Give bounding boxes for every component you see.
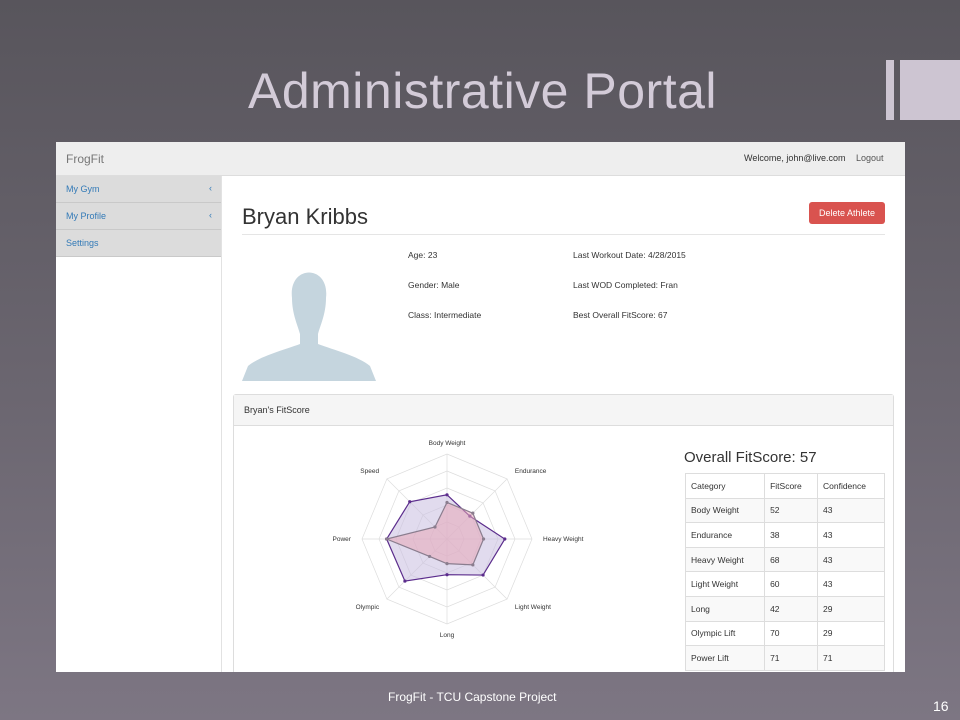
slide-footer: FrogFit - TCU Capstone Project	[388, 690, 557, 704]
chevron-left-icon: ‹	[209, 210, 212, 220]
header-divider	[242, 234, 885, 235]
radar-axis-label: Heavy Weight	[543, 536, 584, 543]
table-cell: 68	[764, 546, 818, 573]
table-cell: Endurance	[684, 522, 766, 548]
chevron-left-icon: ‹	[209, 183, 212, 193]
panel-heading: Bryan's FitScore	[234, 395, 893, 426]
table-cell: Light Weight	[684, 571, 766, 597]
athlete-gender: Gender: Male	[408, 280, 460, 290]
main-content: Bryan Kribbs Delete Athlete Age: 23 Gend…	[222, 176, 905, 672]
table-cell: 52	[764, 497, 818, 524]
radar-confidence-series-point	[385, 537, 389, 541]
best-fitscore: Best Overall FitScore: 67	[573, 310, 668, 320]
radar-fitscore-series-point	[481, 573, 485, 577]
table-cell: 42	[764, 595, 818, 622]
radar-confidence-series-point	[471, 511, 475, 515]
table-cell: 71	[764, 645, 818, 671]
sidebar: My Gym ‹ My Profile ‹ Settings	[56, 176, 222, 672]
table-row: Endurance 38 43	[684, 522, 886, 548]
radar-confidence-series-point	[433, 525, 437, 529]
table-row: Olympic Lift 70 29	[684, 620, 886, 647]
radar-confidence-series-point	[445, 562, 449, 566]
radar-fitscore-series-point	[503, 537, 507, 541]
table-cell: Body Weight	[684, 497, 766, 524]
fitscore-table: Category FitScore Confidence Body Weight…	[684, 473, 886, 671]
decorative-square	[900, 60, 960, 120]
radar-axis-label: Olympic	[356, 604, 380, 611]
decorative-bar	[886, 60, 894, 120]
radar-axis-label: Long	[440, 632, 455, 639]
table-cell: Heavy Weight	[684, 546, 766, 573]
sidebar-item-my-gym[interactable]: My Gym ‹	[56, 176, 221, 203]
radar-fitscore-series-point	[408, 500, 412, 504]
table-cell: 70	[764, 620, 818, 647]
table-cell: 38	[764, 522, 818, 548]
table-cell: 60	[764, 571, 818, 597]
table-cell: 29	[816, 620, 886, 647]
last-wod: Last WOD Completed: Fran	[573, 280, 678, 290]
table-cell: 43	[816, 571, 886, 597]
radar-confidence-series-point	[427, 554, 432, 559]
sidebar-item-my-profile[interactable]: My Profile ‹	[56, 203, 221, 230]
radar-axis-label: Body Weight	[429, 440, 466, 447]
column-header: FitScore	[764, 473, 818, 499]
table-cell: 71	[816, 645, 886, 671]
overall-fitscore: Overall FitScore: 57	[684, 449, 817, 466]
radar-axis-label: Endurance	[515, 468, 547, 475]
radar-confidence-series-point	[471, 563, 475, 567]
table-cell: 29	[816, 595, 886, 622]
app-screenshot: FrogFit Welcome, john@live.com Logout My…	[56, 142, 905, 672]
table-cell: 43	[816, 546, 886, 573]
table-row: Body Weight 52 43	[684, 497, 886, 524]
radar-fitscore-series-point	[445, 573, 449, 577]
radar-axis-label: Light Weight	[515, 604, 551, 611]
table-header-row: Category FitScore Confidence	[684, 473, 886, 499]
sidebar-item-label: My Profile	[66, 211, 107, 221]
sidebar-item-settings[interactable]: Settings	[56, 230, 221, 257]
sidebar-item-label: Settings	[66, 238, 99, 248]
column-header: Confidence	[816, 473, 886, 499]
top-navbar: FrogFit Welcome, john@live.com Logout	[56, 142, 905, 176]
athlete-name: Bryan Kribbs	[242, 204, 368, 229]
table-cell: 43	[816, 497, 886, 524]
last-workout-date: Last Workout Date: 4/28/2015	[573, 250, 686, 260]
column-header: Category	[684, 473, 766, 499]
fitscore-radar-chart: Body Weight Endurance Heavy Weight Light We…	[333, 440, 584, 639]
table-cell: Long	[684, 595, 766, 622]
table-row: Power Lift 71 71	[684, 645, 886, 671]
table-row: Light Weight 60 43	[684, 571, 886, 597]
athlete-class: Class: Intermediate	[408, 310, 482, 320]
sidebar-item-label: My Gym	[66, 184, 100, 194]
radar-fitscore-series-point	[403, 579, 407, 583]
user-silhouette-icon	[242, 256, 376, 381]
radar-axis-label: Speed	[360, 468, 379, 475]
delete-athlete-button[interactable]: Delete Athlete	[809, 202, 885, 224]
table-cell: 43	[816, 522, 886, 548]
table-row: Long 42 29	[684, 595, 886, 622]
brand-logo[interactable]: FrogFit	[66, 152, 104, 166]
athlete-age: Age: 23	[408, 250, 438, 260]
radar-fitscore-series-point	[445, 493, 449, 497]
page-number: 16	[933, 698, 949, 714]
fitscore-panel: Bryan's FitScore Body Weight Endurance Hea…	[233, 394, 894, 672]
logout-link[interactable]: Logout	[856, 153, 884, 163]
radar-confidence-series-point	[445, 500, 449, 505]
welcome-text: Welcome, john@live.com	[744, 153, 846, 163]
table-cell: Olympic Lift	[684, 620, 766, 647]
radar-axis-label: Power	[333, 536, 352, 543]
table-cell: Power Lift	[684, 645, 766, 671]
radar-confidence-series-point	[481, 537, 486, 541]
slide-title: Administrative Portal	[248, 63, 717, 119]
table-row: Heavy Weight 68 43	[684, 546, 886, 573]
